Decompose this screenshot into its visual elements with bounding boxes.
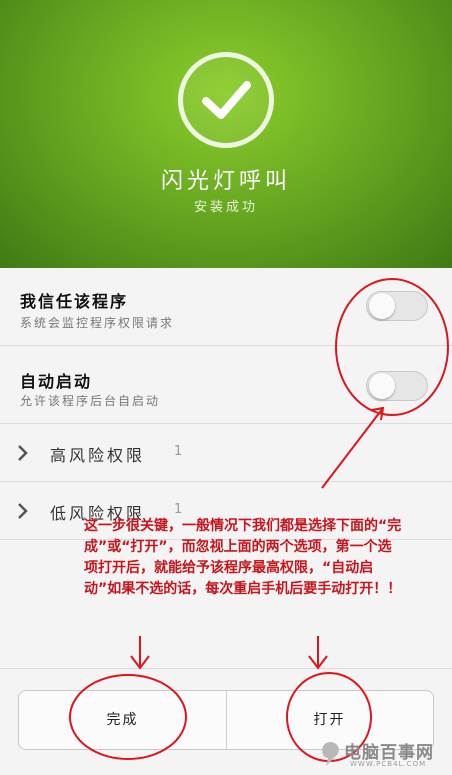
watermark-url: WWW.PCB4L.COM (350, 760, 427, 768)
high-risk-count: 1 (174, 444, 183, 459)
watermark-logo-icon (322, 742, 339, 766)
install-success-header: 闪光灯呼叫 安装成功 (0, 0, 452, 268)
trust-program-toggle[interactable] (366, 291, 428, 321)
low-risk-count: 1 (174, 502, 183, 517)
annotation-text: 这一步很关键，一般情况下我们都是选择下面的“完成”或“打开”，而忽视上面的两个选… (84, 518, 402, 597)
trust-program-title: 我信任该程序 (20, 292, 129, 311)
app-name: 闪光灯呼叫 (160, 169, 291, 194)
auto-start-toggle[interactable] (366, 371, 428, 401)
auto-start-row[interactable]: 自动启动 允许该程序后台自启动 (0, 346, 452, 424)
checkmark-icon (178, 52, 274, 148)
trust-program-row[interactable]: 我信任该程序 系统会监控程序权限请求 (0, 268, 452, 346)
auto-start-subtitle: 允许该程序后台自启动 (20, 394, 161, 408)
trust-program-subtitle: 系统会监控程序权限请求 (20, 316, 175, 330)
chevron-right-icon (18, 503, 28, 519)
high-risk-label: 高风险权限 (50, 446, 146, 465)
watermark: 电脑百事网 WWW.PCB4L.COM (316, 738, 452, 775)
install-status: 安装成功 (193, 200, 258, 215)
toggle-knob (369, 373, 395, 399)
high-risk-permissions-row[interactable]: 高风险权限 1 (0, 424, 452, 482)
done-button[interactable]: 完成 (19, 691, 227, 749)
auto-start-title: 自动启动 (20, 372, 93, 391)
toggle-knob (369, 293, 395, 319)
chevron-right-icon (18, 445, 28, 461)
